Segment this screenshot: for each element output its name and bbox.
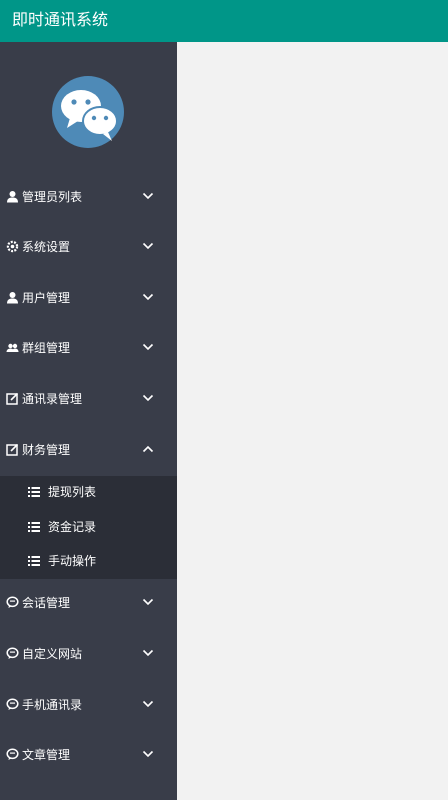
sidebar-item-phone-contacts[interactable]: 手机通讯录 <box>0 690 177 720</box>
wechat-logo-icon <box>52 76 124 148</box>
chat-icon <box>6 596 19 609</box>
sidebar-item-finance-management[interactable]: 财务管理 <box>0 435 177 465</box>
chevron-down-icon <box>142 750 154 758</box>
sidebar-item-label: 财务管理 <box>22 443 71 457</box>
submenu-item-label: 手动操作 <box>48 554 97 568</box>
app-header: 即时通讯系统 <box>0 0 448 42</box>
sidebar-item-label: 自定义网站 <box>22 647 83 661</box>
submenu-item-manual-operation[interactable]: 手动操作 <box>0 546 177 576</box>
sidebar-item-system-settings[interactable]: 系统设置 <box>0 232 177 262</box>
sidebar-item-label: 通讯录管理 <box>22 392 83 406</box>
sidebar-item-user-management[interactable]: 用户管理 <box>0 283 177 313</box>
gear-icon <box>6 240 19 253</box>
submenu-item-withdraw-list[interactable]: 提现列表 <box>0 477 177 507</box>
submenu-item-label: 提现列表 <box>48 485 97 499</box>
chat-icon <box>6 647 19 660</box>
chat-icon <box>6 748 19 761</box>
user-icon <box>6 291 19 304</box>
chevron-down-icon <box>142 700 154 708</box>
submenu-item-label: 资金记录 <box>48 520 97 534</box>
sidebar-item-custom-website[interactable]: 自定义网站 <box>0 639 177 669</box>
app-title: 即时通讯系统 <box>12 10 109 29</box>
sidebar-item-label: 管理员列表 <box>22 190 83 204</box>
chevron-down-icon <box>142 598 154 606</box>
chevron-down-icon <box>142 192 154 200</box>
chevron-down-icon <box>142 394 154 402</box>
finance-submenu: 提现列表 资金记录 手动操作 <box>0 476 177 579</box>
list-icon <box>28 487 40 497</box>
sidebar-item-label: 文章管理 <box>22 748 71 762</box>
edit-icon <box>6 392 19 405</box>
edit-icon <box>6 443 19 456</box>
sidebar-item-label: 用户管理 <box>22 291 71 305</box>
sidebar: 管理员列表 系统设置 用户管理 群组管理 通讯录管理 财务管理 提现列表 资金记… <box>0 42 177 800</box>
sidebar-item-session-management[interactable]: 会话管理 <box>0 588 177 618</box>
chevron-up-icon <box>142 445 154 453</box>
chevron-down-icon <box>142 649 154 657</box>
sidebar-item-group-management[interactable]: 群组管理 <box>0 333 177 363</box>
sidebar-item-article-management[interactable]: 文章管理 <box>0 740 177 770</box>
submenu-item-fund-records[interactable]: 资金记录 <box>0 512 177 542</box>
main-content-area <box>177 42 448 800</box>
users-icon <box>6 341 19 354</box>
chevron-down-icon <box>142 293 154 301</box>
sidebar-item-contacts-management[interactable]: 通讯录管理 <box>0 384 177 414</box>
sidebar-item-label: 手机通讯录 <box>22 698 83 712</box>
sidebar-item-label: 系统设置 <box>22 240 71 254</box>
chat-icon <box>6 698 19 711</box>
sidebar-item-label: 会话管理 <box>22 596 71 610</box>
sidebar-item-admin-list[interactable]: 管理员列表 <box>0 182 177 212</box>
user-icon <box>6 190 19 203</box>
chevron-down-icon <box>142 242 154 250</box>
list-icon <box>28 522 40 532</box>
list-icon <box>28 556 40 566</box>
sidebar-item-label: 群组管理 <box>22 341 71 355</box>
chevron-down-icon <box>142 343 154 351</box>
